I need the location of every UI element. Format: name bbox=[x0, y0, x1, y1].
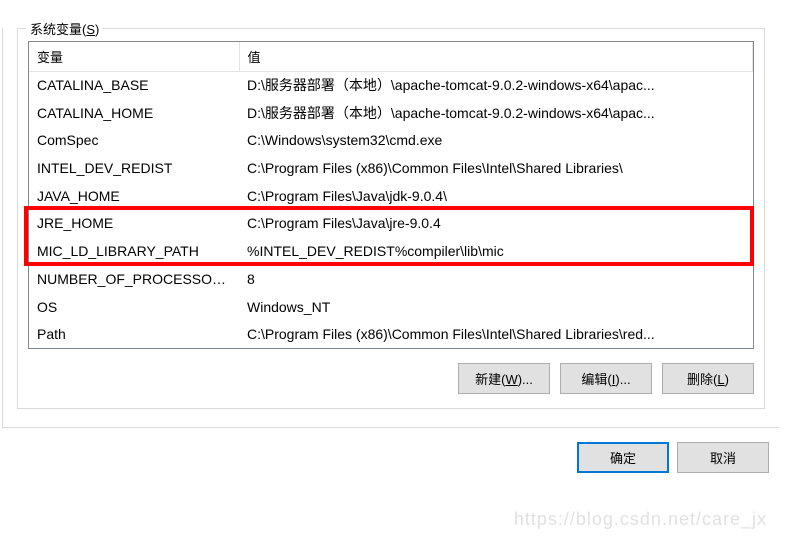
variable-value-cell: C:\Windows\system32\cmd.exe bbox=[239, 127, 753, 155]
column-header-variable[interactable]: 变量 bbox=[29, 42, 239, 72]
table-row[interactable]: CATALINA_BASED:\服务器部署（本地）\apache-tomcat-… bbox=[29, 72, 753, 100]
new-button[interactable]: 新建(W)... bbox=[458, 363, 550, 394]
system-vars-button-row: 新建(W)... 编辑(I)... 删除(L) bbox=[28, 363, 754, 394]
system-variables-group: 系统变量(S) 变量 值 CATALINA_BASED:\服务器部署（本地）\a… bbox=[17, 28, 765, 409]
table-row[interactable]: PathC:\Program Files (x86)\Common Files\… bbox=[29, 321, 753, 349]
system-variables-legend: 系统变量(S) bbox=[26, 19, 103, 38]
table-row[interactable]: CATALINA_HOMED:\服务器部署（本地）\apache-tomcat-… bbox=[29, 100, 753, 128]
table-row[interactable]: ComSpecC:\Windows\system32\cmd.exe bbox=[29, 127, 753, 155]
variable-value-cell: C:\Program Files\Java\jdk-9.0.4\ bbox=[239, 183, 753, 211]
variable-value-cell: C:\Program Files (x86)\Common Files\Inte… bbox=[239, 321, 753, 349]
variable-name-cell: NUMBER_OF_PROCESSORS bbox=[29, 266, 239, 294]
variable-name-cell: ComSpec bbox=[29, 127, 239, 155]
table-row[interactable]: OSWindows_NT bbox=[29, 294, 753, 322]
variable-name-cell: OS bbox=[29, 294, 239, 322]
table-row[interactable]: MIC_LD_LIBRARY_PATH%INTEL_DEV_REDIST%com… bbox=[29, 238, 753, 266]
variable-value-cell: %INTEL_DEV_REDIST%compiler\lib\mic bbox=[239, 238, 753, 266]
variable-name-cell: CATALINA_HOME bbox=[29, 100, 239, 128]
column-header-value[interactable]: 值 bbox=[239, 42, 753, 72]
variable-value-cell: D:\服务器部署（本地）\apache-tomcat-9.0.2-windows… bbox=[239, 100, 753, 128]
variables-table: 变量 值 CATALINA_BASED:\服务器部署（本地）\apache-to… bbox=[29, 42, 753, 349]
variable-name-cell: JAVA_HOME bbox=[29, 183, 239, 211]
variable-name-cell: Path bbox=[29, 321, 239, 349]
variable-name-cell: MIC_LD_LIBRARY_PATH bbox=[29, 238, 239, 266]
variable-name-cell: CATALINA_BASE bbox=[29, 72, 239, 100]
env-vars-dialog: 系统变量(S) 变量 值 CATALINA_BASED:\服务器部署（本地）\a… bbox=[2, 28, 779, 428]
dialog-footer: 确定 取消 bbox=[0, 428, 787, 473]
delete-button[interactable]: 删除(L) bbox=[662, 363, 754, 394]
table-row[interactable]: JAVA_HOMEC:\Program Files\Java\jdk-9.0.4… bbox=[29, 183, 753, 211]
variable-value-cell: C:\Program Files (x86)\Common Files\Inte… bbox=[239, 155, 753, 183]
variable-name-cell: INTEL_DEV_REDIST bbox=[29, 155, 239, 183]
variable-value-cell: 8 bbox=[239, 266, 753, 294]
cancel-button[interactable]: 取消 bbox=[677, 442, 769, 473]
system-variables-list[interactable]: 变量 值 CATALINA_BASED:\服务器部署（本地）\apache-to… bbox=[28, 41, 754, 349]
variable-name-cell: JRE_HOME bbox=[29, 210, 239, 238]
variable-value-cell: C:\Program Files\Java\jre-9.0.4 bbox=[239, 210, 753, 238]
table-row[interactable]: JRE_HOMEC:\Program Files\Java\jre-9.0.4 bbox=[29, 210, 753, 238]
variable-value-cell: D:\服务器部署（本地）\apache-tomcat-9.0.2-windows… bbox=[239, 72, 753, 100]
table-row[interactable]: NUMBER_OF_PROCESSORS8 bbox=[29, 266, 753, 294]
ok-button[interactable]: 确定 bbox=[577, 442, 669, 473]
edit-button[interactable]: 编辑(I)... bbox=[560, 363, 652, 394]
table-row[interactable]: INTEL_DEV_REDISTC:\Program Files (x86)\C… bbox=[29, 155, 753, 183]
variable-value-cell: Windows_NT bbox=[239, 294, 753, 322]
